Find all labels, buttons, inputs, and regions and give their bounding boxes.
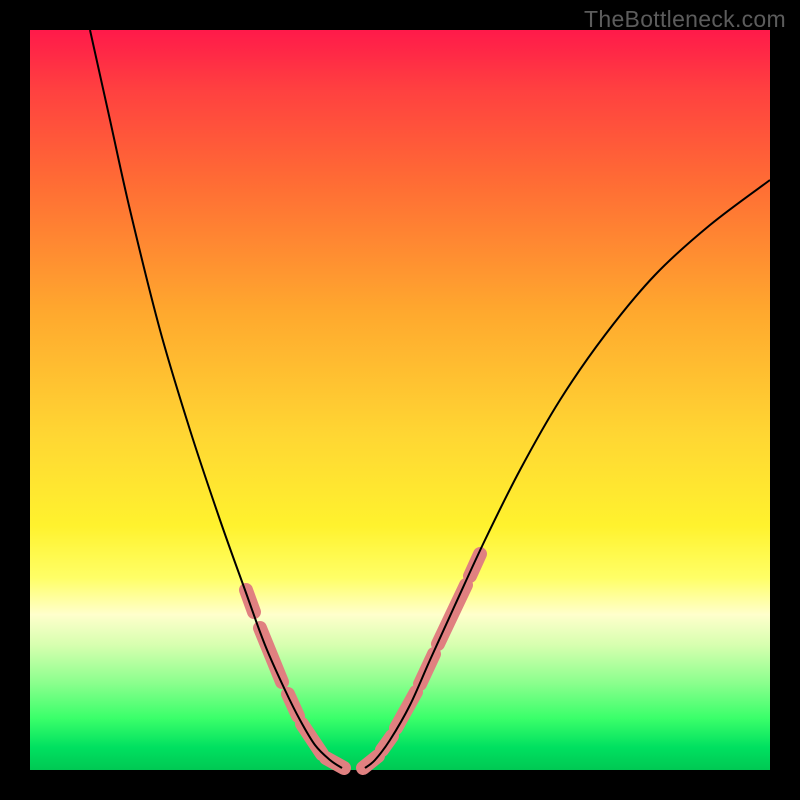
marker-segment	[260, 628, 282, 682]
marker-layer	[246, 554, 480, 768]
watermark-text: TheBottleneck.com	[584, 6, 786, 33]
curve-svg	[30, 30, 770, 770]
curve-left-branch	[90, 30, 342, 768]
chart-area	[30, 30, 770, 770]
marker-segment	[470, 554, 480, 576]
